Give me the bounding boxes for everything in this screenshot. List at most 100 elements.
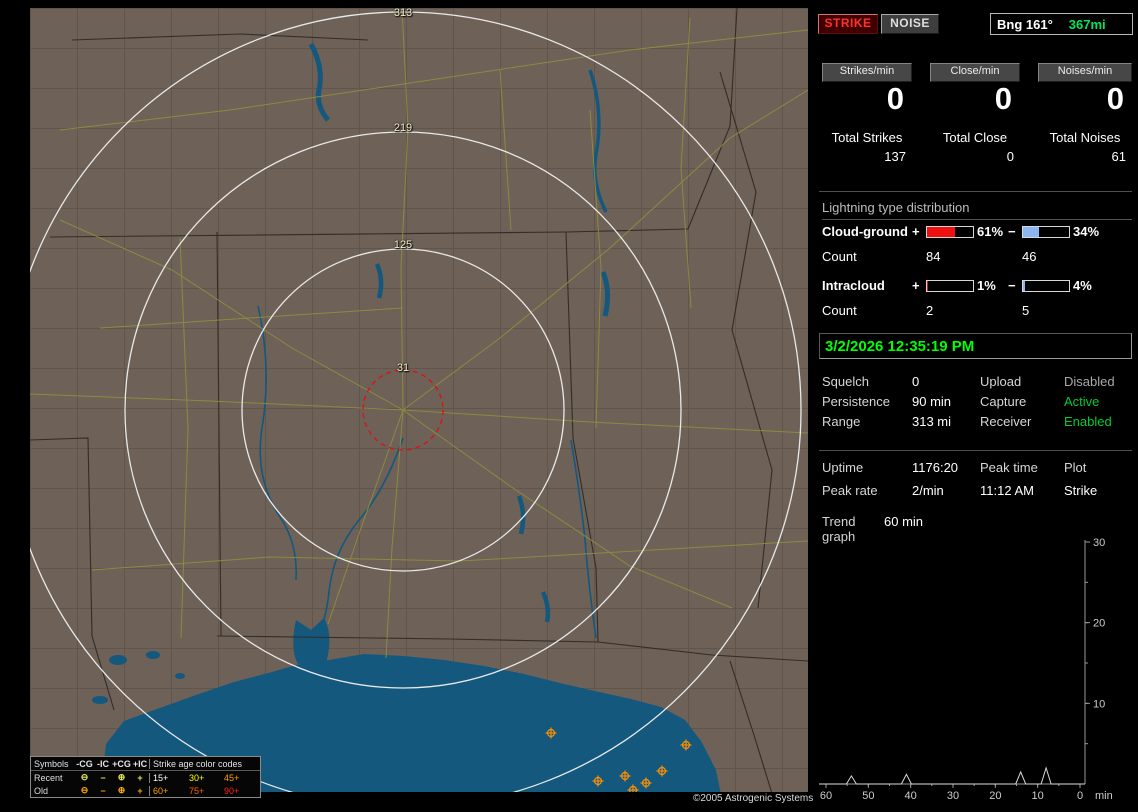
copyright-text: ©2005 Astrogenic Systems [693,793,814,804]
receiver-label: Receiver [980,414,1032,429]
age-code: 75+ [189,785,205,796]
total-close-value: 0 [1006,149,1014,164]
neg-ic-icon: − [100,785,106,796]
plus-sign: + [912,224,920,239]
noises-per-min-value: 0 [1106,81,1124,116]
cg-minus-bar [1022,225,1070,238]
divider [819,191,1132,192]
peak-time-label: Peak time [980,460,1038,475]
age-code: 90+ [224,785,240,796]
cg-plus-bar-fill [927,226,956,237]
close-per-min-badge[interactable]: Close/min [930,63,1020,82]
capture-label: Capture [980,394,1027,409]
pos-ic-icon: + [137,785,143,796]
cg-minus-percent: 34% [1073,224,1100,239]
uptime-label: Uptime [822,460,864,475]
svg-text:0: 0 [1077,790,1083,802]
neg-cg-icon: ⊖ [80,772,89,782]
cloud-ground-count-row: Count 84 46 [822,249,1135,264]
bearing-display: Bng 161° 367mi [990,13,1133,35]
ic-plus-bar [926,279,974,292]
peak-time-value: 11:12 AM [980,483,1034,498]
svg-text:min: min [1095,790,1113,802]
map-legend: Symbols -CG -IC +CG +IC Strike age color… [30,756,261,798]
capture-status: Active [1064,394,1100,409]
svg-text:10: 10 [1032,790,1044,802]
intracloud-row: Intracloud + 1% − 4% [822,278,1135,293]
system-clock: 3/2/2026 12:35:19 PM [819,333,1132,359]
count-label: Count [822,303,857,318]
legend-type-header: -CG [76,758,93,769]
range-label: Range [822,414,861,429]
squelch-label: Squelch [822,374,869,389]
age-code: 15+ [149,772,186,783]
uptime-grid: Uptime 1176:20 Peak time Plot Peak rate … [822,460,1135,498]
minus-sign: − [1008,278,1016,293]
svg-text:30: 30 [1093,537,1105,549]
total-noises-label: Total Noises [1049,130,1121,145]
legend-row-label: Old [34,785,49,796]
neg-cg-icon: ⊖ [80,785,89,795]
strikes-per-min-badge[interactable]: Strikes/min [822,63,912,82]
strike-map[interactable]: 313 219 125 31 [30,8,808,792]
svg-text:20: 20 [1093,618,1105,630]
intracloud-count-row: Count 2 5 [822,303,1135,318]
pos-cg-icon: ⊕ [117,772,126,782]
cloud-ground-row: Cloud-ground + 61% − 34% [822,224,1135,239]
plot-label: Plot [1064,460,1087,475]
range-ring-label: 219 [393,122,413,134]
cg-plus-bar [926,225,974,238]
count-label: Count [822,249,857,264]
legend-row-label: Recent [34,772,63,783]
distribution-title: Lightning type distribution [822,200,1132,220]
ic-minus-bar-fill [1023,280,1025,291]
noises-per-min-badge[interactable]: Noises/min [1038,63,1132,82]
ic-plus-percent: 1% [977,278,996,293]
age-code: 60+ [149,785,186,796]
range-ring-label: 125 [393,239,413,251]
range-ring-label: 313 [393,8,413,19]
legend-age-header: Strike age color codes [149,758,260,769]
receiver-status: Enabled [1064,414,1112,429]
svg-text:10: 10 [1093,698,1105,710]
plot-value: Strike [1064,483,1098,498]
divider [819,450,1132,451]
persistence-value: 90 min [912,394,952,409]
bearing-distance: 367mi [1068,16,1106,32]
pos-ic-icon: + [137,772,143,783]
legend-type-header: +CG [112,758,131,769]
persistence-label: Persistence [822,394,890,409]
total-strikes-label: Total Strikes [831,130,903,145]
pos-cg-icon: ⊕ [117,785,126,795]
upload-label: Upload [980,374,1022,389]
cloud-ground-label: Cloud-ground [822,224,908,239]
range-value: 313 mi [912,414,952,429]
ic-minus-count: 5 [1022,303,1030,318]
strikes-per-min-value: 0 [886,81,904,116]
strike-mode-button[interactable]: STRIKE [818,14,878,34]
cg-plus-count: 84 [926,249,941,264]
ic-minus-bar [1022,279,1070,292]
close-per-min-value: 0 [994,81,1012,116]
upload-status: Disabled [1064,374,1115,389]
bearing-value: Bng 161° [997,16,1053,32]
intracloud-label: Intracloud [822,278,885,293]
noise-mode-button[interactable]: NOISE [881,14,939,34]
svg-text:50: 50 [862,790,874,802]
range-ring-label: 31 [396,362,410,374]
ic-minus-percent: 4% [1073,278,1092,293]
legend-type-header: -IC [97,758,109,769]
cg-plus-percent: 61% [977,224,1004,239]
total-noises-value: 61 [1111,149,1126,164]
trend-graph: 30 20 10 60 50 40 30 20 10 0 min [819,537,1113,802]
svg-text:20: 20 [989,790,1001,802]
map-canvas [30,8,808,792]
uptime-value: 1176:20 [912,460,959,475]
svg-text:60: 60 [820,790,832,802]
plus-sign: + [912,278,920,293]
system-time: 3/2/2026 12:35:19 PM [825,337,975,355]
ic-plus-count: 2 [926,303,934,318]
status-grid: Squelch 0 Upload Disabled Persistence 90… [822,374,1135,429]
age-code: 30+ [189,772,205,783]
age-code: 45+ [224,772,240,783]
